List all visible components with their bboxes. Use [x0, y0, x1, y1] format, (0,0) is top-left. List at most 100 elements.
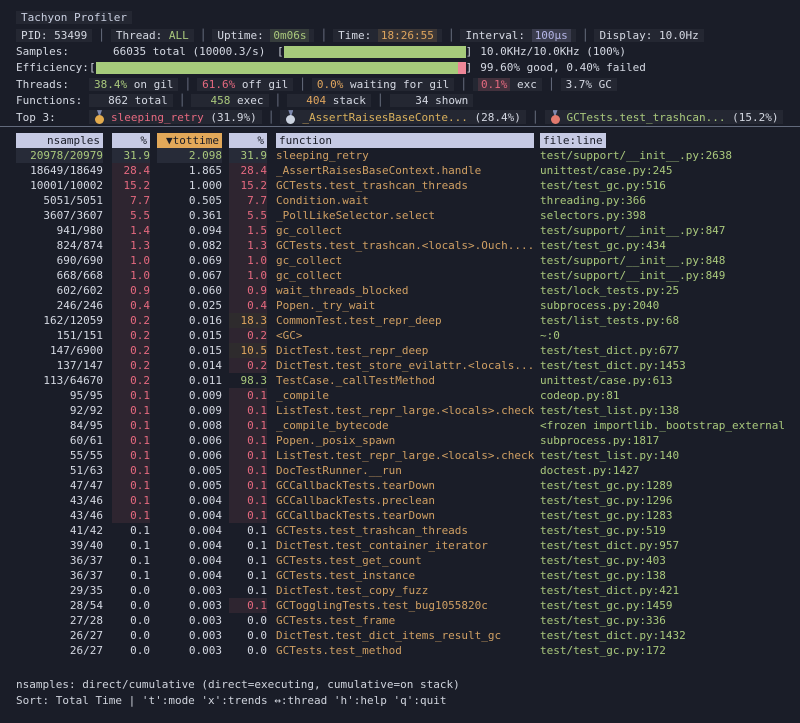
table-row[interactable]: 47/470.10.0050.1GCCallbackTests.tearDown…: [0, 478, 800, 493]
table-row[interactable]: 43/460.10.0040.1GCCallbackTests.tearDown…: [0, 508, 800, 523]
cell-pct-direct: 0.1: [112, 553, 150, 568]
column-gap: [103, 493, 112, 508]
table-row[interactable]: 55/550.10.0060.1ListTest.test_repr_large…: [0, 448, 800, 463]
cell-pct-direct: 0.2: [112, 328, 150, 343]
table-row[interactable]: 10001/1000215.21.00015.2GCTests.test_tra…: [0, 178, 800, 193]
table-row[interactable]: 29/350.00.0030.1DictTest.test_copy_fuzzt…: [0, 583, 800, 598]
table-row[interactable]: 690/6901.00.0691.0gc_collecttest/support…: [0, 253, 800, 268]
column-header-function[interactable]: function: [276, 133, 534, 148]
table-row[interactable]: 3607/36075.50.3615.5_PollLikeSelector.se…: [0, 208, 800, 223]
cell-tottime: 0.005: [157, 478, 222, 493]
table-row[interactable]: 26/270.00.0030.0GCTests.test_methodtest/…: [0, 643, 800, 658]
column-gap: [150, 418, 157, 433]
cell-nsamples: 137/147: [16, 358, 103, 373]
table-row[interactable]: 668/6681.00.0671.0gc_collecttest/support…: [0, 268, 800, 283]
table-row[interactable]: 36/370.10.0040.1GCTests.test_get_countte…: [0, 553, 800, 568]
column-gap: [222, 523, 229, 538]
cell-function: DictTest.test_store_evilattr.<locals...: [276, 358, 534, 373]
table-row[interactable]: 36/370.10.0040.1GCTests.test_instancetes…: [0, 568, 800, 583]
status-segment: Thread: ALL: [111, 29, 194, 42]
table-row[interactable]: 246/2460.40.0250.4Popen._try_waitsubproc…: [0, 298, 800, 313]
cell-pct-direct: 0.2: [112, 373, 150, 388]
cell-nsamples: 246/246: [16, 298, 103, 313]
table-row[interactable]: 151/1510.20.0150.2<GC>~:0: [0, 328, 800, 343]
separator-pipe: │: [582, 29, 589, 42]
column-header-pct-cumulative[interactable]: %: [229, 133, 267, 148]
column-gap: [103, 178, 112, 193]
table-row[interactable]: 43/460.10.0040.1GCCallbackTests.preclean…: [0, 493, 800, 508]
table-row[interactable]: 941/9801.40.0941.5gc_collecttest/support…: [0, 223, 800, 238]
cell-pct-cumulative: 0.1: [229, 583, 267, 598]
thread-stat-text: off gil: [235, 78, 288, 91]
column-gap: [150, 268, 157, 283]
cell-pct-direct: 0.1: [112, 493, 150, 508]
column-gap: [267, 643, 276, 658]
table-row[interactable]: 137/1470.20.0140.2DictTest.test_store_ev…: [0, 358, 800, 373]
table-row[interactable]: 41/420.10.0040.1GCTests.test_trashcan_th…: [0, 523, 800, 538]
gutter: [0, 463, 16, 478]
table-row[interactable]: 84/950.10.0080.1_compile_bytecode<frozen…: [0, 418, 800, 433]
column-gap: [267, 208, 276, 223]
cell-pct-direct: 0.1: [112, 388, 150, 403]
cell-file-line: test/test_gc.py:403: [540, 553, 800, 568]
cell-nsamples: 26/27: [16, 643, 103, 658]
table-row[interactable]: 92/920.10.0090.1ListTest.test_repr_large…: [0, 403, 800, 418]
cell-tottime: 0.004: [157, 493, 222, 508]
cell-nsamples: 147/6900: [16, 343, 103, 358]
column-gap: [267, 133, 276, 148]
column-gap: [103, 313, 112, 328]
column-header-file-line[interactable]: file:line: [540, 133, 800, 148]
column-gap: [267, 538, 276, 553]
table-row[interactable]: 5051/50517.70.5057.7Condition.waitthread…: [0, 193, 800, 208]
cell-nsamples: 162/12059: [16, 313, 103, 328]
cell-file-line: test/support/__init__.py:849: [540, 268, 800, 283]
function-count-value-segment: 404 stack: [287, 94, 371, 107]
column-gap: [267, 193, 276, 208]
separator-pipe: │: [275, 94, 282, 107]
cell-tottime: 2.098: [157, 148, 222, 163]
separator-pipe: │: [460, 78, 467, 91]
column-header-tottime-sorted[interactable]: ▼tottime: [157, 133, 222, 148]
cell-tottime: 0.003: [157, 583, 222, 598]
cell-file-line: test/test_gc.py:1296: [540, 493, 800, 508]
table-row[interactable]: 28/540.00.0030.1GCTogglingTests.test_bug…: [0, 598, 800, 613]
gutter: [0, 523, 16, 538]
table-row[interactable]: 27/280.00.0030.0GCTests.test_frametest/t…: [0, 613, 800, 628]
cell-pct-cumulative: 0.1: [229, 493, 267, 508]
gutter: [0, 223, 16, 238]
function-count-text: total: [128, 94, 168, 107]
cell-tottime: 1.000: [157, 178, 222, 193]
column-gap: [222, 343, 229, 358]
table-row[interactable]: 95/950.10.0090.1_compilecodeop.py:81: [0, 388, 800, 403]
cell-function: GCTests.test_trashcan.<locals>.Ouch....: [276, 238, 534, 253]
table-row[interactable]: 147/69000.20.01510.5DictTest.test_repr_d…: [0, 343, 800, 358]
functions-stats: 862 total│458 exec│404 stack│34 shown: [89, 94, 473, 107]
table-row[interactable]: 39/400.10.0040.1DictTest.test_container_…: [0, 538, 800, 553]
table-row[interactable]: 602/6020.90.0600.9wait_threads_blockedte…: [0, 283, 800, 298]
cell-tottime: 0.082: [157, 238, 222, 253]
table-row[interactable]: 18649/1864928.41.86528.4_AssertRaisesBas…: [0, 163, 800, 178]
samples-total: 66035 total (10000.3/s): [113, 45, 277, 58]
column-gap: [267, 508, 276, 523]
column-gap: [103, 643, 112, 658]
column-gap: [103, 133, 112, 148]
cell-nsamples: 3607/3607: [16, 208, 103, 223]
column-gap: [222, 418, 229, 433]
table-row[interactable]: 51/630.10.0050.1DocTestRunner.__rundocte…: [0, 463, 800, 478]
cell-function: GCCallbackTests.preclean: [276, 493, 534, 508]
table-row[interactable]: 162/120590.20.01618.3CommonTest.test_rep…: [0, 313, 800, 328]
table-row[interactable]: 824/8741.30.0821.3GCTests.test_trashcan.…: [0, 238, 800, 253]
column-header-nsamples[interactable]: nsamples: [16, 133, 103, 148]
column-gap: [150, 148, 157, 163]
table-row[interactable]: 113/646700.20.01198.3TestCase._callTestM…: [0, 373, 800, 388]
table-row[interactable]: 20978/2097931.92.09831.9sleeping_retryte…: [0, 148, 800, 163]
column-header-pct-direct[interactable]: %: [112, 133, 150, 148]
top3-item: sleeping_retry (31.9%): [89, 110, 262, 124]
column-gap: [222, 163, 229, 178]
column-gap: [222, 583, 229, 598]
table-row[interactable]: 60/610.10.0060.1Popen._posix_spawnsubpro…: [0, 433, 800, 448]
status-value: 0m06s: [270, 29, 309, 42]
cell-pct-direct: 0.0: [112, 643, 150, 658]
table-row[interactable]: 26/270.00.0030.0DictTest.test_dict_items…: [0, 628, 800, 643]
cell-nsamples: 28/54: [16, 598, 103, 613]
